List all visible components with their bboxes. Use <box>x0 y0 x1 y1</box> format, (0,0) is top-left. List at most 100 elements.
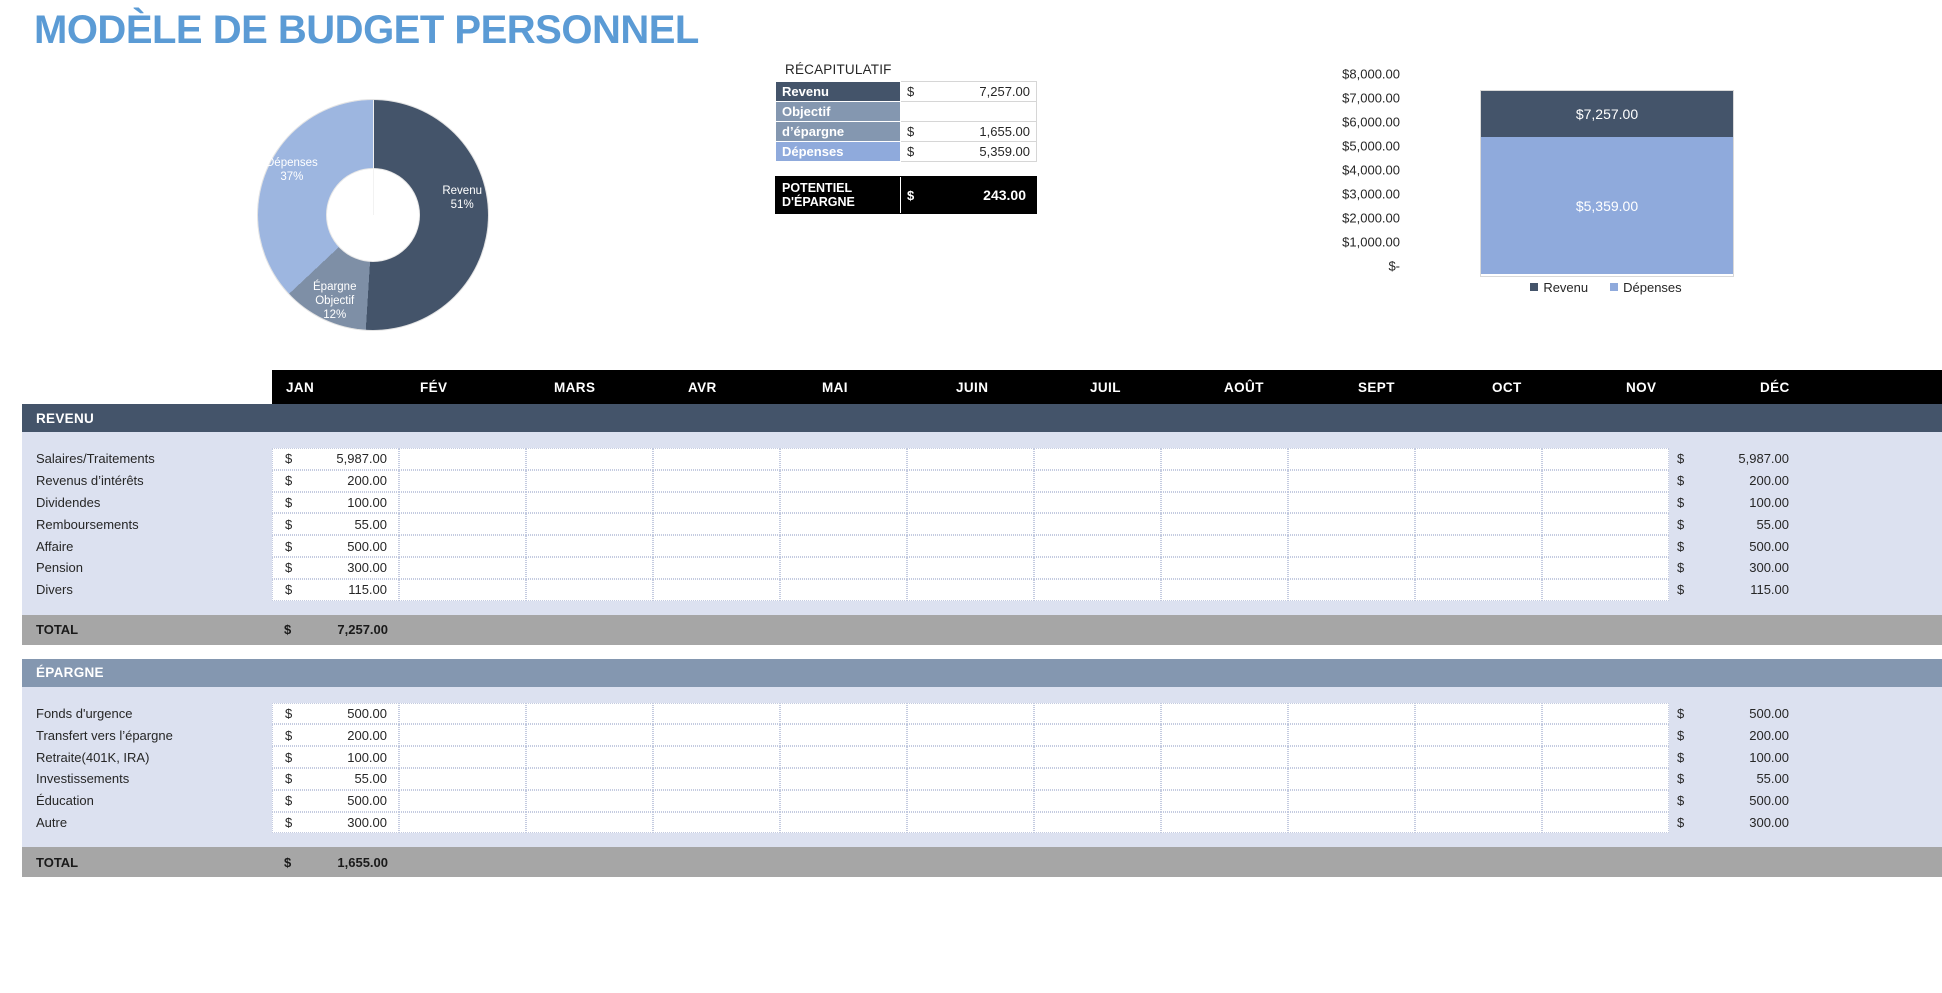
cell-jan[interactable]: $200.00 <box>272 724 399 747</box>
table-row[interactable]: Retraite(401K, IRA) $100.00 $100.00 <box>22 746 1942 768</box>
cell-juin[interactable] <box>907 746 1034 768</box>
table-row[interactable]: Salaires/Traitements $5,987.00 $5,987.00 <box>22 448 1942 470</box>
cell-sept[interactable] <box>1288 535 1415 557</box>
cell-fev[interactable] <box>399 535 526 557</box>
cell-aout[interactable] <box>1161 811 1288 834</box>
cell-mars[interactable] <box>526 767 653 790</box>
cell-aout[interactable] <box>1161 578 1288 601</box>
cell-avr[interactable] <box>653 469 780 492</box>
cell-fev[interactable] <box>399 556 526 579</box>
cell-sept[interactable] <box>1288 448 1415 470</box>
cell-fev[interactable] <box>399 513 526 536</box>
cell-avr[interactable] <box>653 513 780 536</box>
cell-jan[interactable]: $55.00 <box>272 513 399 536</box>
cell-nov[interactable] <box>1542 746 1669 768</box>
cell-oct[interactable] <box>1415 789 1542 812</box>
cell-jan[interactable]: $115.00 <box>272 578 399 601</box>
cell-mars[interactable] <box>526 702 653 725</box>
cell-avr[interactable] <box>653 578 780 601</box>
cell-fev[interactable] <box>399 702 526 725</box>
cell-mars[interactable] <box>526 578 653 601</box>
cell-nov[interactable] <box>1542 789 1669 812</box>
cell-oct[interactable] <box>1415 702 1542 725</box>
cell-mai[interactable] <box>780 491 907 514</box>
cell-jan[interactable]: $300.00 <box>272 811 399 834</box>
cell-juin[interactable] <box>907 811 1034 834</box>
cell-avr[interactable] <box>653 811 780 834</box>
table-row[interactable]: Transfert vers l’épargne $200.00 $200.00 <box>22 724 1942 747</box>
cell-aout[interactable] <box>1161 702 1288 725</box>
cell-mai[interactable] <box>780 556 907 579</box>
cell-mai[interactable] <box>780 724 907 747</box>
cell-avr[interactable] <box>653 491 780 514</box>
cell-aout[interactable] <box>1161 513 1288 536</box>
cell-avr[interactable] <box>653 702 780 725</box>
cell-sept[interactable] <box>1288 746 1415 768</box>
cell-oct[interactable] <box>1415 767 1542 790</box>
cell-mars[interactable] <box>526 535 653 557</box>
cell-sept[interactable] <box>1288 578 1415 601</box>
cell-juin[interactable] <box>907 513 1034 536</box>
cell-oct[interactable] <box>1415 578 1542 601</box>
cell-sept[interactable] <box>1288 767 1415 790</box>
cell-fev[interactable] <box>399 448 526 470</box>
cell-jan[interactable]: $5,987.00 <box>272 448 399 470</box>
cell-mars[interactable] <box>526 448 653 470</box>
cell-oct[interactable] <box>1415 811 1542 834</box>
cell-nov[interactable] <box>1542 578 1669 601</box>
cell-fev[interactable] <box>399 491 526 514</box>
table-row[interactable]: Pension $300.00 $300.00 <box>22 556 1942 579</box>
table-row[interactable]: Éducation $500.00 $500.00 <box>22 789 1942 812</box>
cell-nov[interactable] <box>1542 767 1669 790</box>
cell-mars[interactable] <box>526 789 653 812</box>
cell-juil[interactable] <box>1034 491 1161 514</box>
cell-juin[interactable] <box>907 448 1034 470</box>
cell-mars[interactable] <box>526 469 653 492</box>
table-row[interactable]: Remboursements $55.00 $55.00 <box>22 513 1942 536</box>
cell-juil[interactable] <box>1034 535 1161 557</box>
cell-mars[interactable] <box>526 491 653 514</box>
table-row[interactable]: Autre $300.00 $300.00 <box>22 811 1942 834</box>
cell-oct[interactable] <box>1415 513 1542 536</box>
table-row[interactable]: Divers $115.00 $115.00 <box>22 578 1942 601</box>
cell-sept[interactable] <box>1288 702 1415 725</box>
cell-mai[interactable] <box>780 469 907 492</box>
cell-nov[interactable] <box>1542 448 1669 470</box>
cell-avr[interactable] <box>653 448 780 470</box>
cell-juin[interactable] <box>907 556 1034 579</box>
cell-fev[interactable] <box>399 767 526 790</box>
cell-aout[interactable] <box>1161 767 1288 790</box>
cell-nov[interactable] <box>1542 811 1669 834</box>
cell-nov[interactable] <box>1542 491 1669 514</box>
cell-jan[interactable]: $500.00 <box>272 702 399 725</box>
cell-jan[interactable]: $200.00 <box>272 469 399 492</box>
cell-avr[interactable] <box>653 724 780 747</box>
cell-juin[interactable] <box>907 535 1034 557</box>
cell-nov[interactable] <box>1542 556 1669 579</box>
cell-jan[interactable]: $500.00 <box>272 789 399 812</box>
cell-nov[interactable] <box>1542 702 1669 725</box>
cell-oct[interactable] <box>1415 724 1542 747</box>
cell-mars[interactable] <box>526 513 653 536</box>
cell-juin[interactable] <box>907 789 1034 812</box>
cell-juil[interactable] <box>1034 556 1161 579</box>
cell-juin[interactable] <box>907 724 1034 747</box>
cell-oct[interactable] <box>1415 448 1542 470</box>
cell-sept[interactable] <box>1288 513 1415 536</box>
cell-juil[interactable] <box>1034 746 1161 768</box>
cell-aout[interactable] <box>1161 535 1288 557</box>
cell-jan[interactable]: $500.00 <box>272 535 399 557</box>
cell-mars[interactable] <box>526 556 653 579</box>
cell-juil[interactable] <box>1034 767 1161 790</box>
cell-sept[interactable] <box>1288 724 1415 747</box>
cell-nov[interactable] <box>1542 513 1669 536</box>
cell-aout[interactable] <box>1161 448 1288 470</box>
cell-mars[interactable] <box>526 811 653 834</box>
cell-oct[interactable] <box>1415 491 1542 514</box>
table-row[interactable]: Fonds d'urgence $500.00 $500.00 <box>22 702 1942 725</box>
cell-avr[interactable] <box>653 535 780 557</box>
cell-juil[interactable] <box>1034 513 1161 536</box>
cell-mai[interactable] <box>780 702 907 725</box>
cell-fev[interactable] <box>399 724 526 747</box>
cell-mai[interactable] <box>780 789 907 812</box>
